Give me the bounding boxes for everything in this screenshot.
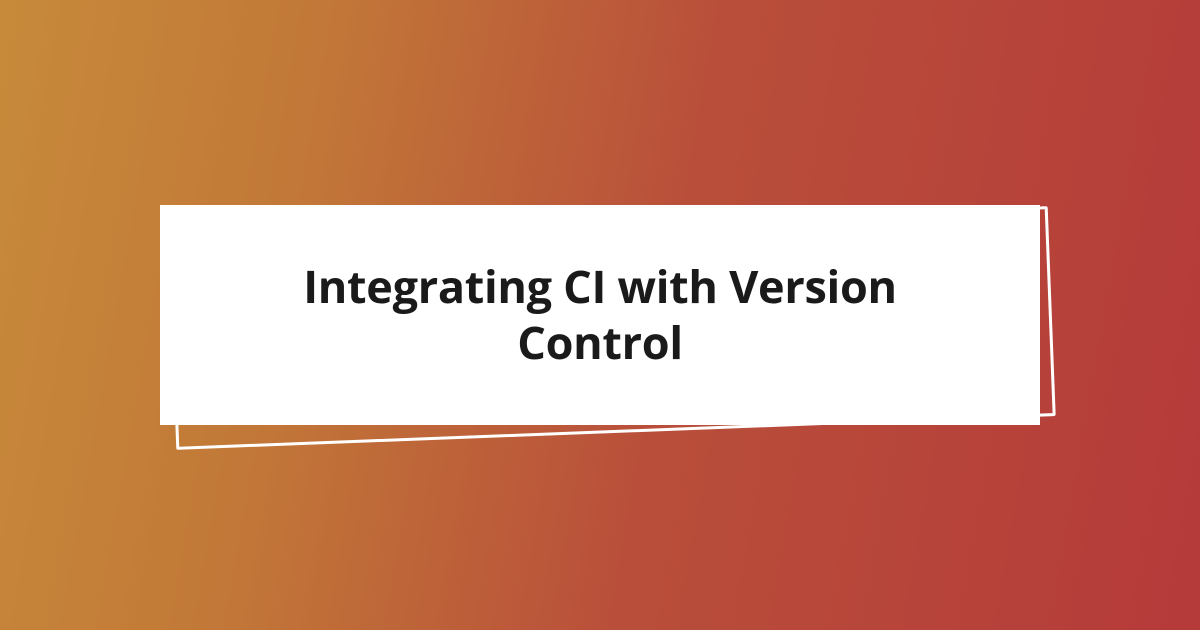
page-title: Integrating CI with Version Control	[220, 259, 980, 372]
title-card-wrap: Integrating CI with Version Control	[160, 205, 1040, 425]
hero-banner: Integrating CI with Version Control	[0, 0, 1200, 630]
title-card: Integrating CI with Version Control	[160, 205, 1040, 425]
